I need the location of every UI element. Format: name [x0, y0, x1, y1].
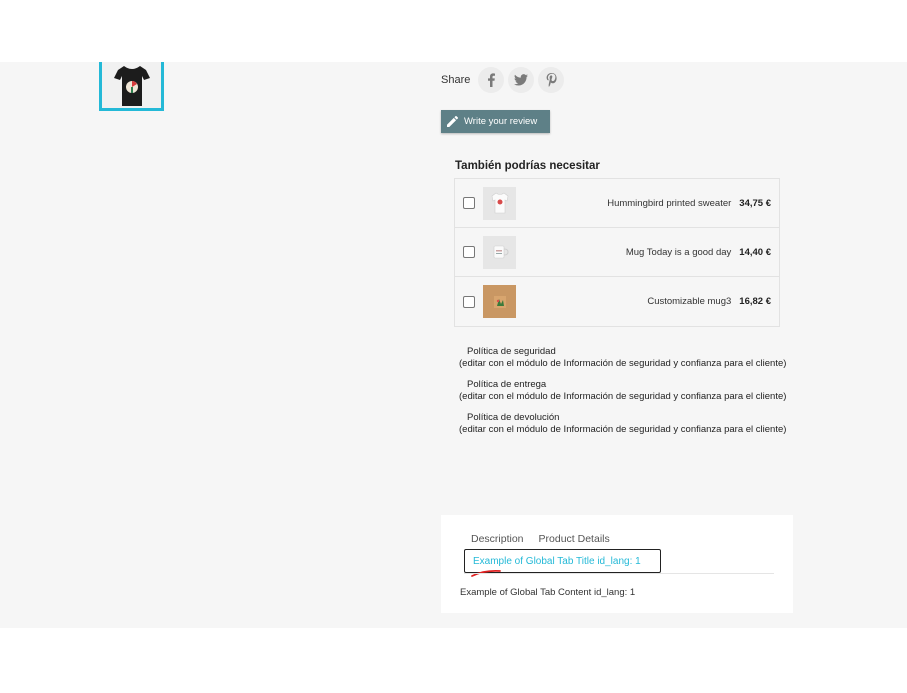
facebook-icon[interactable]	[478, 67, 505, 93]
accessory-checkbox[interactable]	[463, 197, 475, 209]
policy-title: Política de seguridad	[467, 346, 556, 357]
accessory-checkbox[interactable]	[463, 295, 475, 308]
policy-description: (editar con el módulo de Información de …	[459, 391, 787, 402]
accessory-row: Hummingbird printed sweater 34,75 €	[455, 179, 779, 228]
pinterest-icon[interactable]	[538, 67, 565, 93]
accessory-name[interactable]: Customizable mug3	[516, 296, 731, 307]
accessories-title: También podrías necesitar	[455, 160, 600, 172]
accessory-image	[483, 285, 516, 318]
tab-product-details[interactable]: Product Details	[539, 533, 610, 545]
policy-description: (editar con el módulo de Información de …	[459, 424, 787, 435]
tab-nav: Description Product Details	[471, 533, 625, 545]
accessory-image	[483, 186, 516, 220]
accessory-row: Mug Today is a good day 14,40 €	[455, 228, 779, 277]
product-tabs: Description Product Details Example of G…	[441, 515, 793, 613]
tshirt-image	[113, 66, 150, 106]
accessory-name[interactable]: Hummingbird printed sweater	[516, 198, 731, 209]
accessory-price: 34,75 €	[739, 197, 771, 209]
accessory-checkbox[interactable]	[463, 246, 475, 258]
twitter-icon[interactable]	[508, 67, 535, 93]
share-bar: Share	[441, 67, 565, 93]
tab-content: Example of Global Tab Content id_lang: 1	[460, 587, 636, 598]
write-review-button[interactable]: Write your review	[441, 110, 550, 133]
policy-delivery: Política de entrega (editar con el módul…	[441, 379, 791, 403]
accessory-price: 14,40 €	[739, 246, 771, 258]
accessory-name[interactable]: Mug Today is a good day	[516, 247, 731, 258]
policy-title: Política de entrega	[467, 379, 547, 390]
tab-description[interactable]: Description	[471, 533, 524, 545]
policy-description: (editar con el módulo de Información de …	[459, 358, 787, 369]
product-thumbnail[interactable]	[99, 62, 164, 111]
reassurance-block: Política de seguridad (editar con el mód…	[441, 346, 791, 445]
policy-title: Política de devolución	[467, 412, 560, 423]
policy-return: Política de devolución (editar con el mó…	[441, 412, 791, 436]
accessories-list: Hummingbird printed sweater 34,75 € Mug …	[454, 178, 780, 327]
share-label: Share	[441, 74, 471, 86]
accessory-row: Customizable mug3 16,82 €	[455, 277, 779, 326]
policy-security: Política de seguridad (editar con el mód…	[441, 346, 791, 370]
tab-divider	[464, 573, 774, 574]
accessory-price: 16,82 €	[739, 296, 771, 307]
write-review-label: Write your review	[464, 116, 538, 127]
accessory-image	[483, 235, 516, 269]
pencil-icon	[447, 116, 458, 127]
